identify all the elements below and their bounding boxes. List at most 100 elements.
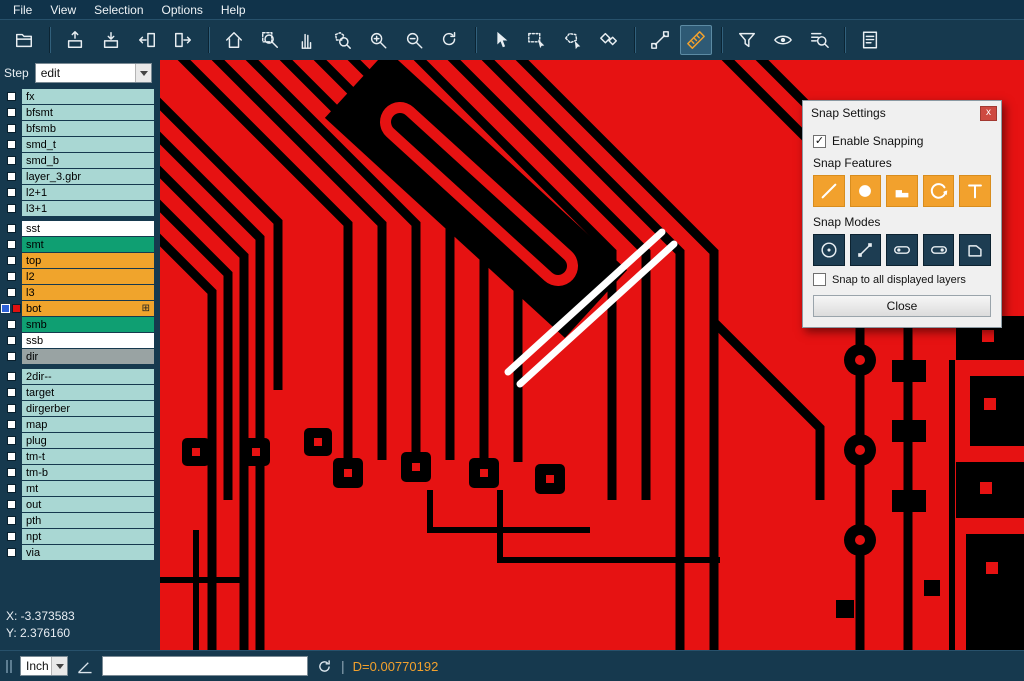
layer-visibility-checkbox[interactable] (7, 468, 16, 477)
import-down-button[interactable] (95, 25, 127, 55)
layer-name[interactable]: smb (22, 317, 154, 332)
layer-row-fx[interactable]: fx (0, 89, 160, 104)
layer-name[interactable]: plug (22, 433, 154, 448)
layer-row-tm-t[interactable]: tm-t (0, 449, 160, 464)
layer-name[interactable]: out (22, 497, 154, 512)
layer-visibility-checkbox[interactable] (7, 204, 16, 213)
layer-visibility-checkbox[interactable] (7, 108, 16, 117)
zoom-polygon-button[interactable] (326, 25, 358, 55)
dialog-titlebar[interactable]: Snap Settings x (803, 101, 1001, 125)
menu-file[interactable]: File (4, 2, 41, 18)
layer-name[interactable]: 2dir-- (22, 369, 154, 384)
ruler-button[interactable] (680, 25, 712, 55)
layer-row-pth[interactable]: pth (0, 513, 160, 528)
layer-row-sst[interactable]: sst (0, 221, 160, 236)
layer-name[interactable]: bfsmt (22, 105, 154, 120)
layer-visibility-checkbox[interactable] (7, 388, 16, 397)
report-button[interactable] (854, 25, 886, 55)
layer-visibility-checkbox[interactable] (7, 484, 16, 493)
step-select[interactable]: edit (35, 63, 152, 83)
layer-name[interactable]: fx (22, 89, 154, 104)
layer-name[interactable]: smt (22, 237, 154, 252)
export-up-button[interactable] (59, 25, 91, 55)
menu-selection[interactable]: Selection (85, 2, 152, 18)
layer-name[interactable]: tm-t (22, 449, 154, 464)
menu-help[interactable]: Help (212, 2, 255, 18)
layer-visibility-checkbox[interactable] (7, 336, 16, 345)
layer-visibility-checkbox[interactable] (7, 320, 16, 329)
layer-visibility-checkbox[interactable] (1, 304, 10, 313)
layer-row-smd_t[interactable]: smd_t (0, 137, 160, 152)
layer-name[interactable]: smd_t (22, 137, 154, 152)
layer-name[interactable]: npt (22, 529, 154, 544)
layer-row-tm-b[interactable]: tm-b (0, 465, 160, 480)
layer-row-npt[interactable]: npt (0, 529, 160, 544)
snap-feature-text-button[interactable] (959, 175, 991, 207)
layer-name[interactable]: l2+1 (22, 185, 154, 200)
snap-mode-outline-button[interactable] (959, 234, 991, 266)
layer-row-2dir--[interactable]: 2dir-- (0, 369, 160, 384)
measure-line-button[interactable] (644, 25, 676, 55)
layer-row-smb[interactable]: smb (0, 317, 160, 332)
layer-visibility-checkbox[interactable] (7, 272, 16, 281)
layer-row-via[interactable]: via (0, 545, 160, 560)
layer-row-bot[interactable]: bot⊞ (0, 301, 160, 316)
layer-visibility-checkbox[interactable] (7, 404, 16, 413)
layer-visibility-checkbox[interactable] (7, 420, 16, 429)
layer-row-l2[interactable]: l2 (0, 269, 160, 284)
menu-options[interactable]: Options (153, 2, 212, 18)
layer-name[interactable]: dir (22, 349, 154, 364)
layer-row-ssb[interactable]: ssb (0, 333, 160, 348)
layer-name[interactable]: pth (22, 513, 154, 528)
layer-name[interactable]: ssb (22, 333, 154, 348)
layer-visibility-checkbox[interactable] (7, 288, 16, 297)
layer-visibility-checkbox[interactable] (7, 124, 16, 133)
layer-name[interactable]: dirgerber (22, 401, 154, 416)
layer-name[interactable]: sst (22, 221, 154, 236)
refresh-icon[interactable] (316, 658, 333, 675)
layer-name[interactable]: via (22, 545, 154, 560)
layer-visibility-checkbox[interactable] (7, 92, 16, 101)
snap-mode-slot-right-button[interactable] (923, 234, 955, 266)
layer-visibility-checkbox[interactable] (7, 352, 16, 361)
zoom-in-button[interactable] (362, 25, 394, 55)
layer-visibility-checkbox[interactable] (7, 532, 16, 541)
find-button[interactable] (803, 25, 835, 55)
snap-feature-pad-button[interactable] (850, 175, 882, 207)
zoom-out-button[interactable] (398, 25, 430, 55)
layer-row-smt[interactable]: smt (0, 237, 160, 252)
layer-name[interactable]: smd_b (22, 153, 154, 168)
layer-name[interactable]: map (22, 417, 154, 432)
layer-name[interactable]: bot⊞ (22, 301, 154, 316)
layer-row-out[interactable]: out (0, 497, 160, 512)
layer-visibility-checkbox[interactable] (7, 516, 16, 525)
import-left-button[interactable] (131, 25, 163, 55)
pan-hand-button[interactable] (290, 25, 322, 55)
layer-row-top[interactable]: top (0, 253, 160, 268)
layer-visibility-checkbox[interactable] (7, 240, 16, 249)
all-layers-checkbox[interactable] (813, 273, 826, 286)
layer-row-map[interactable]: map (0, 417, 160, 432)
layer-name[interactable]: tm-b (22, 465, 154, 480)
layer-name[interactable]: layer_3.gbr (22, 169, 154, 184)
layer-name[interactable]: l3 (22, 285, 154, 300)
compare-diamonds-button[interactable] (593, 25, 625, 55)
layer-visibility-checkbox[interactable] (7, 188, 16, 197)
layer-row-plug[interactable]: plug (0, 433, 160, 448)
angle-measure-icon[interactable] (76, 657, 94, 675)
eye-button[interactable] (767, 25, 799, 55)
snap-feature-arc-button[interactable] (923, 175, 955, 207)
layer-row-dirgerber[interactable]: dirgerber (0, 401, 160, 416)
close-button[interactable]: Close (813, 295, 991, 317)
layer-visibility-checkbox[interactable] (7, 436, 16, 445)
snap-mode-slot-left-button[interactable] (886, 234, 918, 266)
layer-visibility-checkbox[interactable] (7, 452, 16, 461)
home-button[interactable] (218, 25, 250, 55)
open-folder-button[interactable] (8, 25, 40, 55)
layer-visibility-checkbox[interactable] (7, 372, 16, 381)
layer-row-mt[interactable]: mt (0, 481, 160, 496)
layer-name[interactable]: mt (22, 481, 154, 496)
pointer-button[interactable] (485, 25, 517, 55)
filter-button[interactable] (731, 25, 763, 55)
snap-mode-center-button[interactable] (813, 234, 845, 266)
